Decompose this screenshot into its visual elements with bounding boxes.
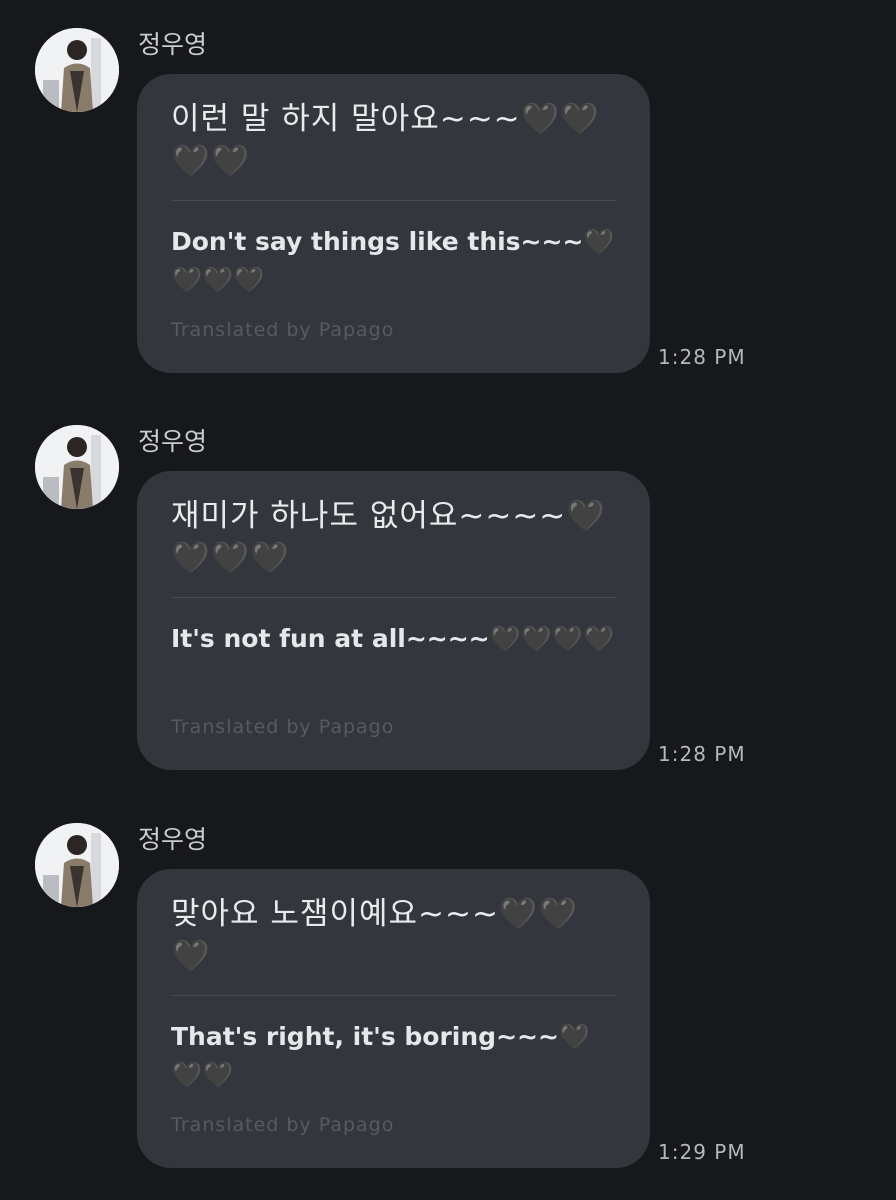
profile-photo-icon (35, 425, 119, 509)
original-text: 재미가 하나도 없어요~~~~🖤🖤🖤🖤 (171, 498, 606, 576)
profile-photo-icon (35, 823, 119, 907)
divider (171, 597, 616, 598)
message-item: 정우영 이런 말 하지 말아요~~~🖤🖤🖤🖤 Don't say things … (0, 0, 896, 390)
translation-credit: Translated by Papago (171, 319, 395, 341)
message-timestamp: 1:29 PM (658, 1140, 746, 1164)
message-item: 정우영 맞아요 노잼이예요~~~🖤🖤🖤 That's right, it's b… (0, 795, 896, 1185)
message-timestamp: 1:28 PM (658, 742, 746, 766)
divider (171, 200, 616, 201)
translation-credit: Translated by Papago (171, 716, 395, 738)
original-text: 맞아요 노잼이예요~~~🖤🖤🖤 (171, 896, 579, 974)
message-item: 정우영 재미가 하나도 없어요~~~~🖤🖤🖤🖤 It's not fun at … (0, 397, 896, 787)
avatar[interactable] (35, 28, 119, 112)
sender-name: 정우영 (138, 30, 208, 59)
sender-name: 정우영 (138, 825, 208, 854)
translated-text: That's right, it's boring~~~🖤🖤🖤 (171, 1022, 591, 1089)
divider (171, 995, 616, 996)
translation-credit: Translated by Papago (171, 1114, 395, 1136)
sender-name: 정우영 (138, 427, 208, 456)
chat-thread: 정우영 이런 말 하지 말아요~~~🖤🖤🖤🖤 Don't say things … (0, 0, 896, 1200)
message-timestamp: 1:28 PM (658, 345, 746, 369)
translated-text: It's not fun at all~~~~🖤🖤🖤🖤 (171, 624, 615, 653)
message-bubble[interactable]: 재미가 하나도 없어요~~~~🖤🖤🖤🖤 It's not fun at all~… (137, 471, 650, 770)
original-text: 이런 말 하지 말아요~~~🖤🖤🖤🖤 (171, 101, 600, 179)
avatar[interactable] (35, 823, 119, 907)
translated-text: Don't say things like this~~~🖤🖤🖤🖤 (171, 227, 615, 294)
message-bubble[interactable]: 맞아요 노잼이예요~~~🖤🖤🖤 That's right, it's borin… (137, 869, 650, 1168)
message-bubble[interactable]: 이런 말 하지 말아요~~~🖤🖤🖤🖤 Don't say things like… (137, 74, 650, 373)
avatar[interactable] (35, 425, 119, 509)
profile-photo-icon (35, 28, 119, 112)
